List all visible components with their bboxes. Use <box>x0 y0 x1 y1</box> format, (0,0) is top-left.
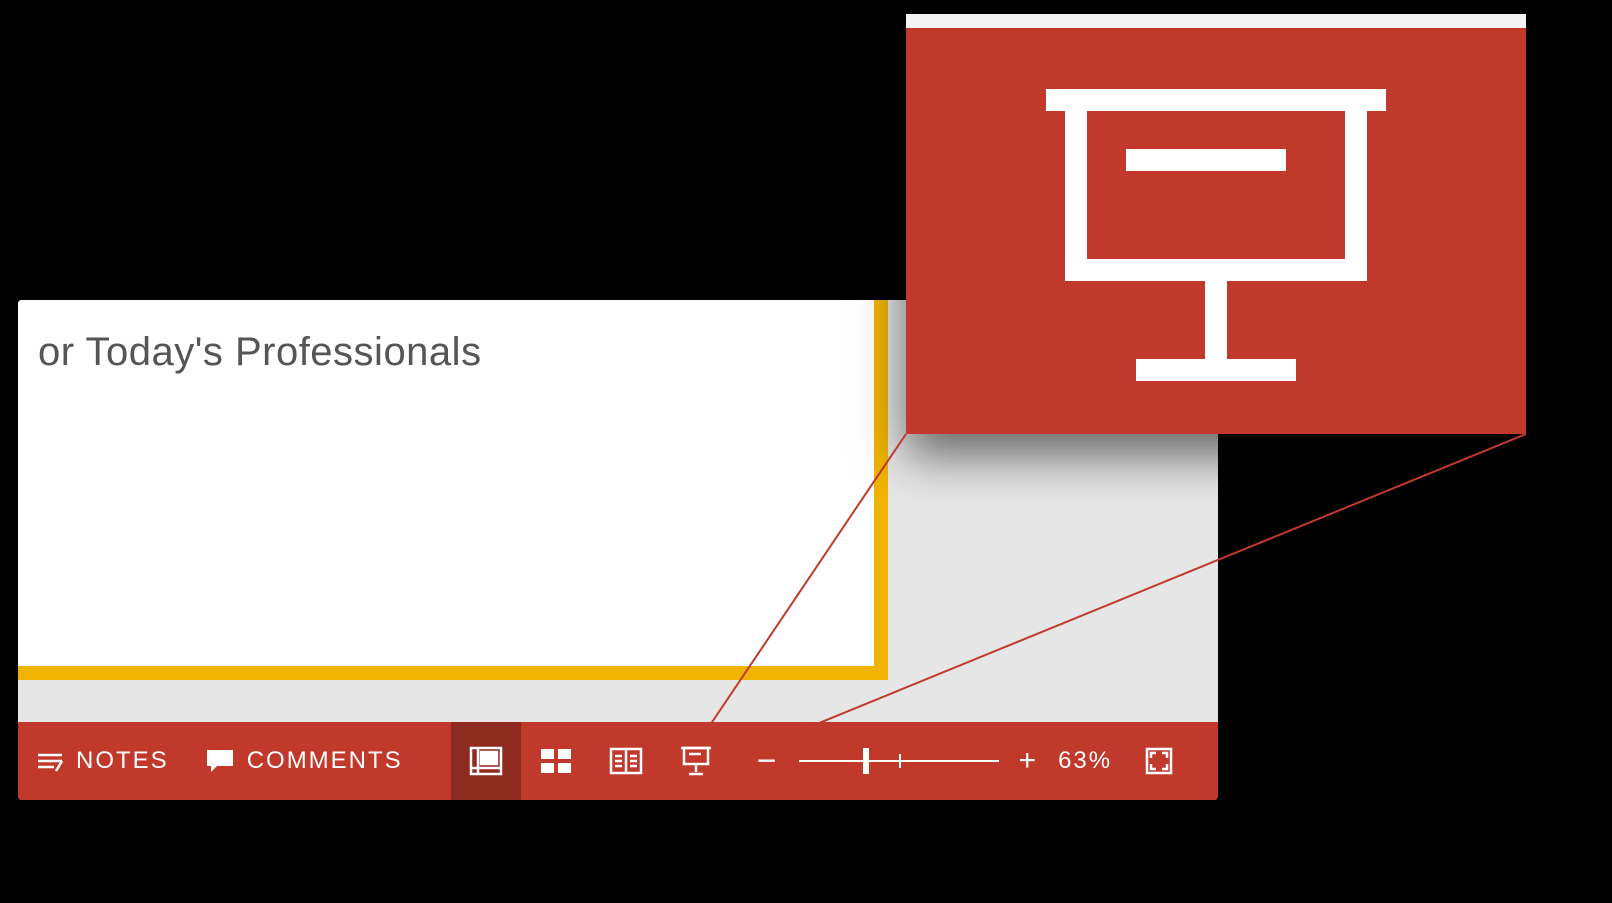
normal-view-button[interactable] <box>451 722 521 800</box>
slide-accent-border-bottom <box>18 666 888 680</box>
zoom-center-tick <box>899 754 901 768</box>
slideshow-icon <box>679 745 713 777</box>
zoom-slider-handle[interactable] <box>863 748 869 774</box>
reading-view-button[interactable] <box>591 722 661 800</box>
status-bar: NOTES COMMENTS <box>18 722 1218 800</box>
notes-label: NOTES <box>76 747 169 775</box>
slide-subtitle-text: or Today's Professionals <box>38 330 482 375</box>
slide-accent-border-right <box>874 300 888 680</box>
plus-icon: + <box>1019 746 1039 776</box>
fit-window-icon <box>1144 746 1174 776</box>
slideshow-icon-large <box>1036 80 1396 400</box>
slide-sorter-button[interactable] <box>521 722 591 800</box>
comments-label: COMMENTS <box>247 747 403 775</box>
reading-view-icon <box>609 746 643 776</box>
slide[interactable]: or Today's Professionals <box>18 300 888 680</box>
comments-icon <box>205 748 235 774</box>
minus-icon: − <box>757 744 779 778</box>
zoom-slider[interactable] <box>799 760 999 762</box>
zoom-percent-label: 63% <box>1058 747 1112 775</box>
slide-sorter-icon <box>539 746 573 776</box>
zoom-percent-button[interactable]: 63% <box>1044 722 1126 800</box>
notes-icon <box>36 747 64 775</box>
normal-view-icon <box>469 746 503 776</box>
fit-to-window-button[interactable] <box>1126 722 1192 800</box>
comments-button[interactable]: COMMENTS <box>187 722 421 800</box>
slideshow-button[interactable] <box>661 722 731 800</box>
notes-button[interactable]: NOTES <box>18 722 187 800</box>
zoom-out-button[interactable]: − <box>751 722 785 800</box>
zoom-in-button[interactable]: + <box>1013 722 1045 800</box>
callout-top-strip <box>906 14 1526 28</box>
slideshow-icon-callout <box>906 14 1526 434</box>
